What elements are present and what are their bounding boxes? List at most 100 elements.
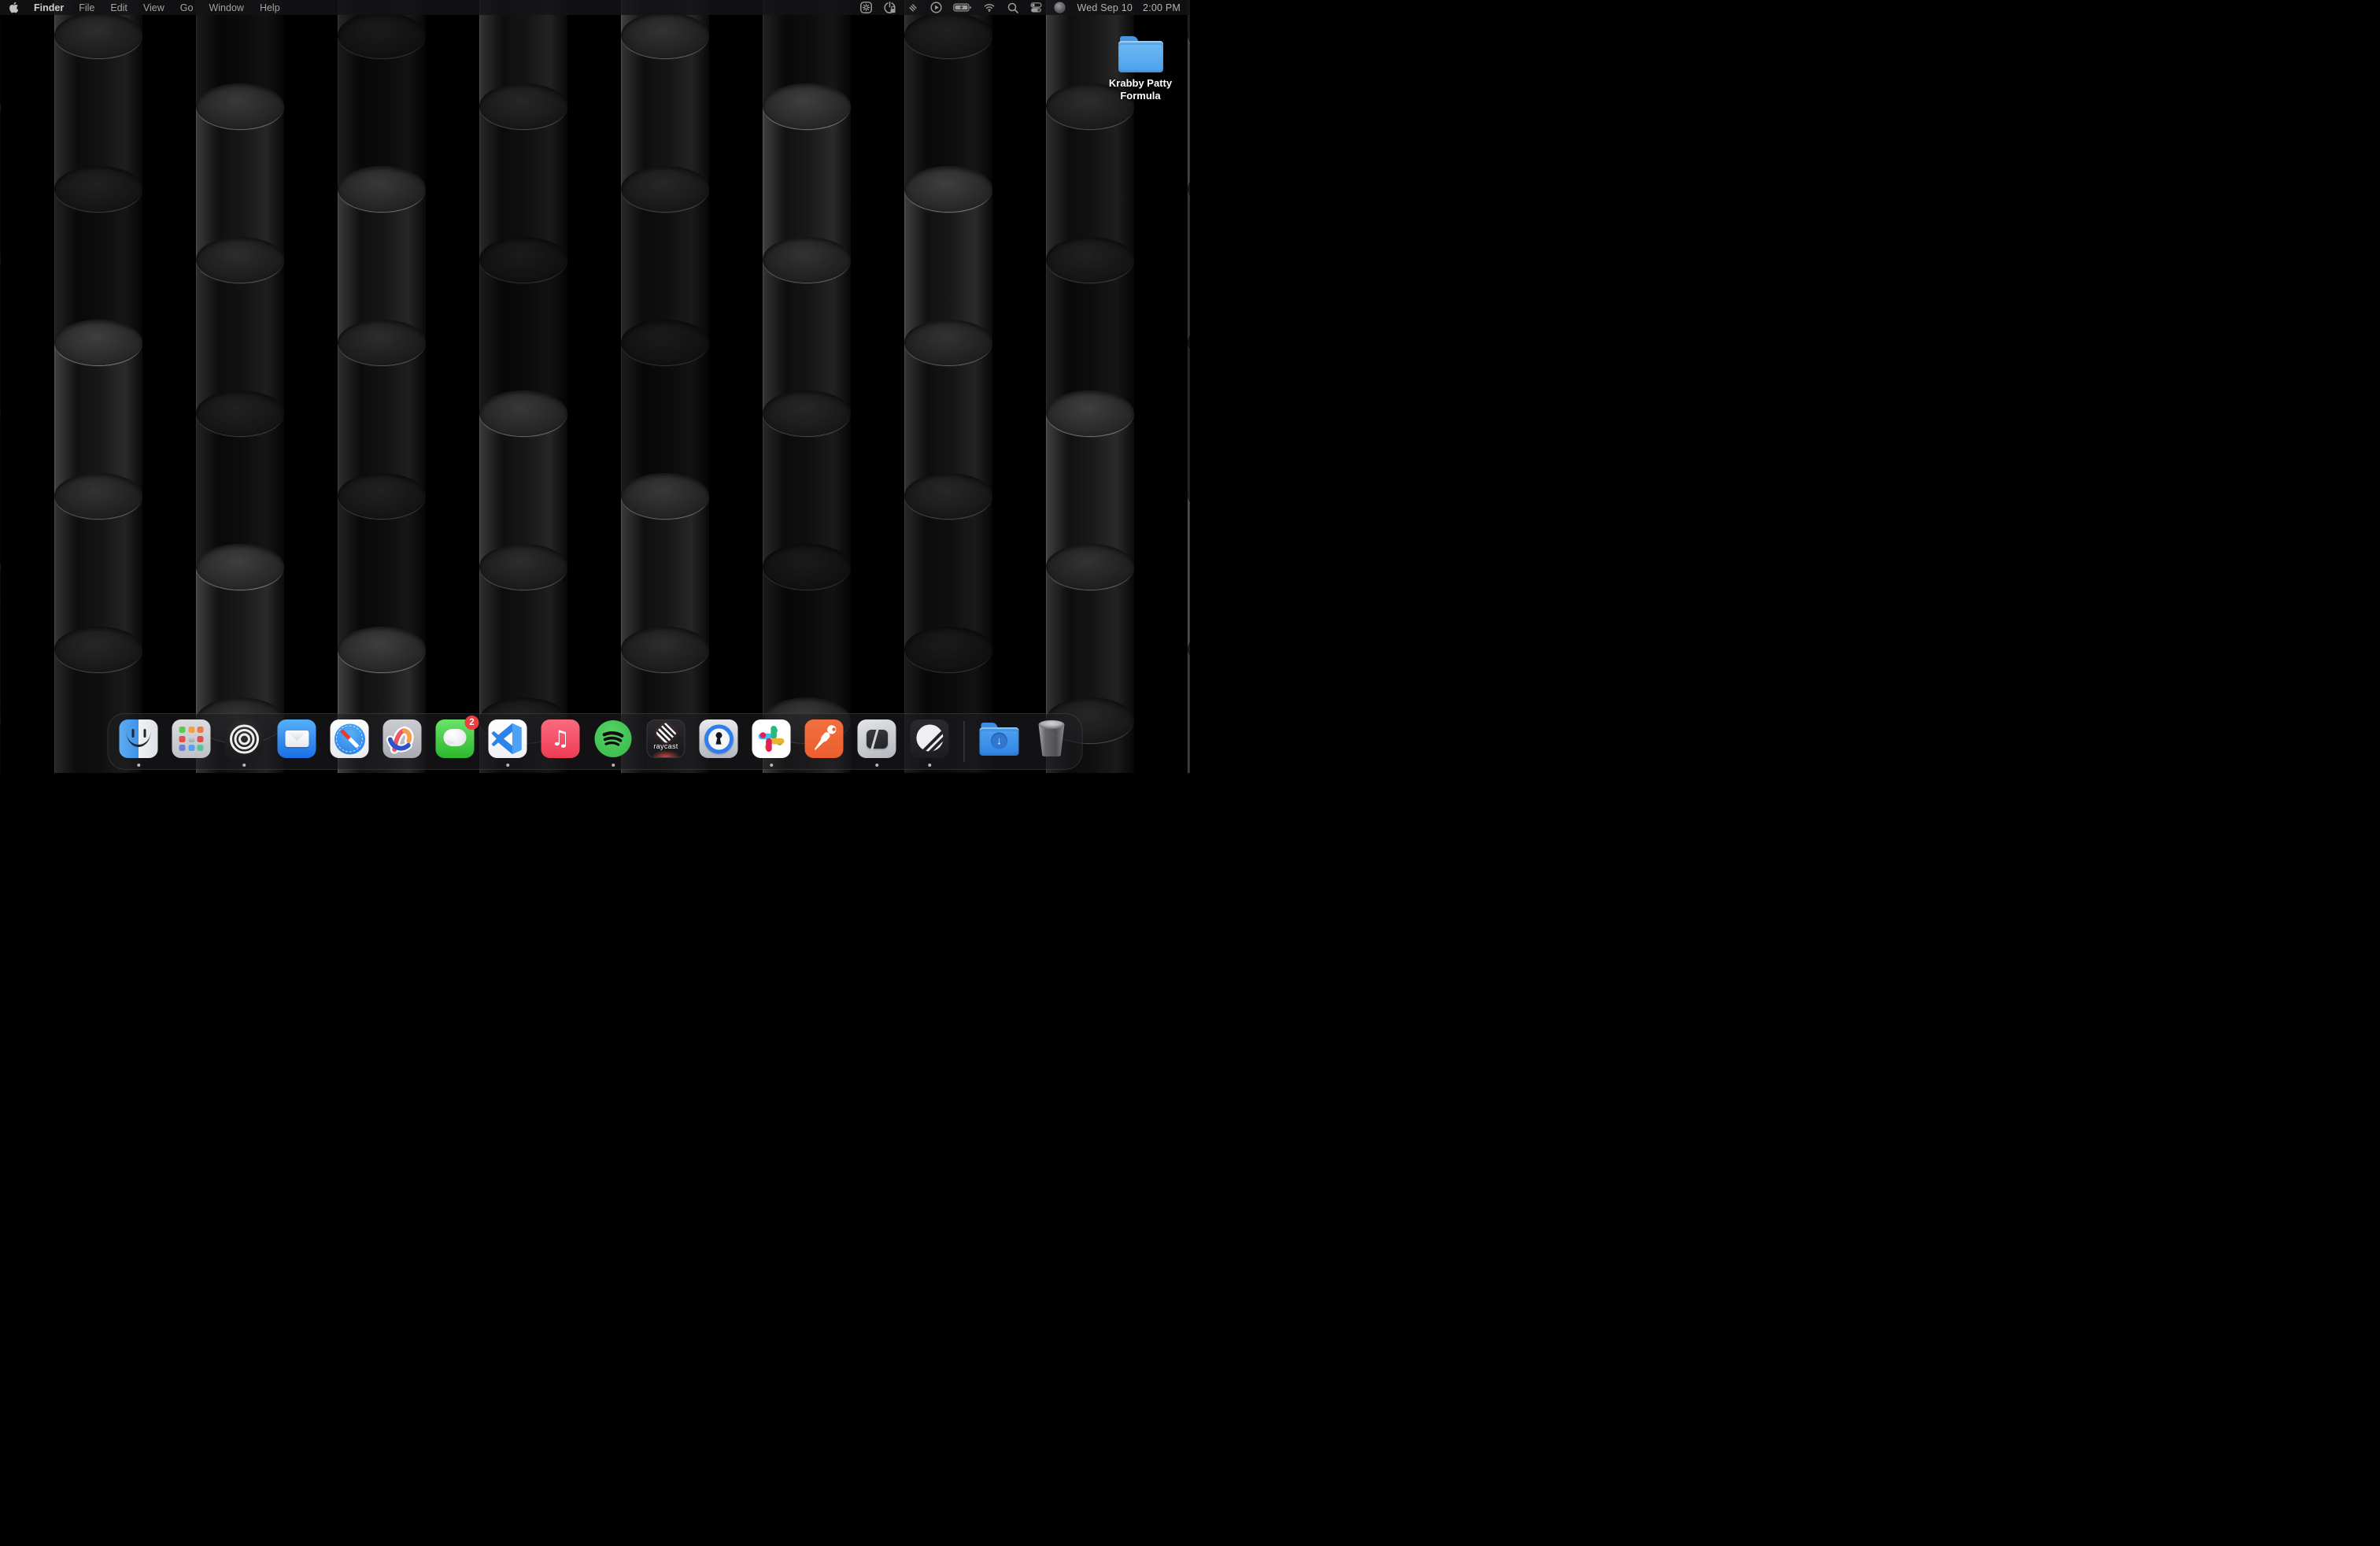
wallpaper-cylinder (0, 260, 1, 415)
wallpaper (0, 0, 1190, 773)
dock-item-messages[interactable]: 2 (436, 719, 475, 758)
polygon (936, 6, 940, 10)
running-indicator-dot (137, 764, 141, 767)
dock-item-downloads[interactable]: ↓ (980, 719, 1018, 758)
path (987, 7, 992, 8)
wallpaper-cylinder-top (479, 237, 567, 283)
g (985, 5, 994, 10)
wallpaper-cylinder-top (479, 544, 567, 590)
path (9, 2, 18, 13)
dock-item-onepassword[interactable] (700, 719, 738, 758)
1password-icon (700, 719, 738, 758)
dock-item-raycast[interactable]: raycast (647, 719, 686, 758)
dock-item-safari[interactable] (331, 719, 369, 758)
raycast-icon: raycast (647, 719, 686, 758)
apple-music-icon: ♫ (541, 719, 580, 758)
menu-view[interactable]: View (143, 2, 164, 13)
wifi-icon[interactable] (982, 2, 996, 13)
desktop-folder-krabby-patty[interactable]: Krabby Patty Formula (1096, 36, 1184, 102)
finder-icon (120, 719, 158, 758)
desktop-screen: Finder File Edit View Go Window Help Wed Sep … (0, 0, 1190, 773)
wallpaper-cylinder-top (763, 237, 851, 283)
wallpaper-cylinder (0, 0, 1, 108)
dock-item-linear[interactable] (911, 719, 949, 758)
dock-item-vscode[interactable] (489, 719, 527, 758)
svg (1053, 1, 1066, 14)
path (605, 738, 621, 741)
mail-envelope (285, 730, 309, 747)
running-indicator-dot (612, 764, 615, 767)
linear-icon (911, 719, 949, 758)
dock-divider (964, 721, 965, 762)
trash-lid (1039, 720, 1065, 729)
c5 (188, 736, 194, 742)
vscode-icon (489, 719, 527, 758)
battery-charging-icon[interactable] (953, 2, 972, 13)
envelope-flap (285, 730, 309, 741)
downloads-folder-shape: ↓ (980, 723, 1019, 756)
panes-divider (870, 728, 879, 750)
c7 (179, 745, 186, 751)
path (813, 739, 824, 751)
safari-compass (334, 723, 365, 754)
wallpaper-cylinder-top (338, 473, 426, 519)
downloads-folder-icon: ↓ (980, 723, 1018, 761)
g (863, 4, 870, 11)
wallpaper-cylinder-top (763, 83, 851, 129)
dock-item-spotify[interactable] (594, 719, 633, 758)
menu-bar-clock[interactable]: 2:00 PM (1143, 2, 1181, 13)
dock-item-slack[interactable] (752, 719, 791, 758)
menu-window[interactable]: Window (209, 2, 243, 13)
svg (805, 719, 844, 758)
svg (859, 1, 873, 14)
wallpaper-cylinder-top (904, 166, 992, 212)
messages-bubble (444, 729, 467, 746)
svg (929, 1, 943, 14)
polygon (512, 723, 522, 754)
keyhole (715, 732, 722, 745)
menu-bar-left: Finder File Edit View Go Window Help (9, 2, 280, 13)
menu-bar-menus: File Edit View Go Window Help (79, 2, 279, 13)
sphere-icon[interactable] (1053, 1, 1066, 14)
dock-item-finder[interactable] (120, 719, 158, 758)
dock-item-launchpad[interactable] (172, 719, 211, 758)
dock-item-arc[interactable] (383, 719, 422, 758)
burst-icon[interactable] (859, 1, 873, 14)
now-playing-icon[interactable] (929, 1, 943, 14)
apple-menu-icon[interactable] (9, 2, 19, 13)
spotlight-search-icon[interactable] (1007, 2, 1019, 14)
menu-edit[interactable]: Edit (110, 2, 128, 13)
path (604, 733, 623, 736)
app-menu-finder[interactable]: Finder (34, 2, 64, 13)
wallpaper-cylinder-top (763, 544, 851, 590)
svg (907, 2, 919, 14)
path (892, 6, 895, 9)
wallpaper-cylinder-top (621, 473, 709, 519)
wallpaper-cylinder (0, 720, 1, 773)
menu-go[interactable]: Go (180, 2, 194, 13)
svg (953, 2, 972, 13)
arc-browser-icon (383, 719, 422, 758)
folder-body (1118, 41, 1163, 72)
menu-file[interactable]: File (79, 2, 94, 13)
dock-item-postman[interactable] (805, 719, 844, 758)
dock-item-target[interactable] (225, 719, 264, 758)
wallpaper-cylinder-top (904, 473, 992, 519)
raycast-menu-icon[interactable] (907, 2, 919, 14)
dock-item-trash[interactable] (1033, 719, 1071, 758)
dock-item-music[interactable]: ♫ (541, 719, 580, 758)
dock-item-panes[interactable] (858, 719, 896, 758)
g (604, 733, 623, 745)
power-lock-icon[interactable] (883, 1, 896, 14)
wallpaper-cylinder-top (1046, 390, 1134, 436)
panes-glyph (867, 730, 888, 749)
c9 (198, 745, 204, 751)
wallpaper-cylinder-top (54, 627, 142, 672)
trash-cup (1039, 724, 1065, 756)
trash-empty-icon (1033, 720, 1071, 759)
menu-bar-date[interactable]: Wed Sep 10 (1077, 2, 1133, 13)
control-center-icon[interactable] (1029, 1, 1043, 14)
dock-item-mail[interactable] (278, 719, 316, 758)
menu-help[interactable]: Help (260, 2, 280, 13)
c4 (179, 736, 186, 742)
